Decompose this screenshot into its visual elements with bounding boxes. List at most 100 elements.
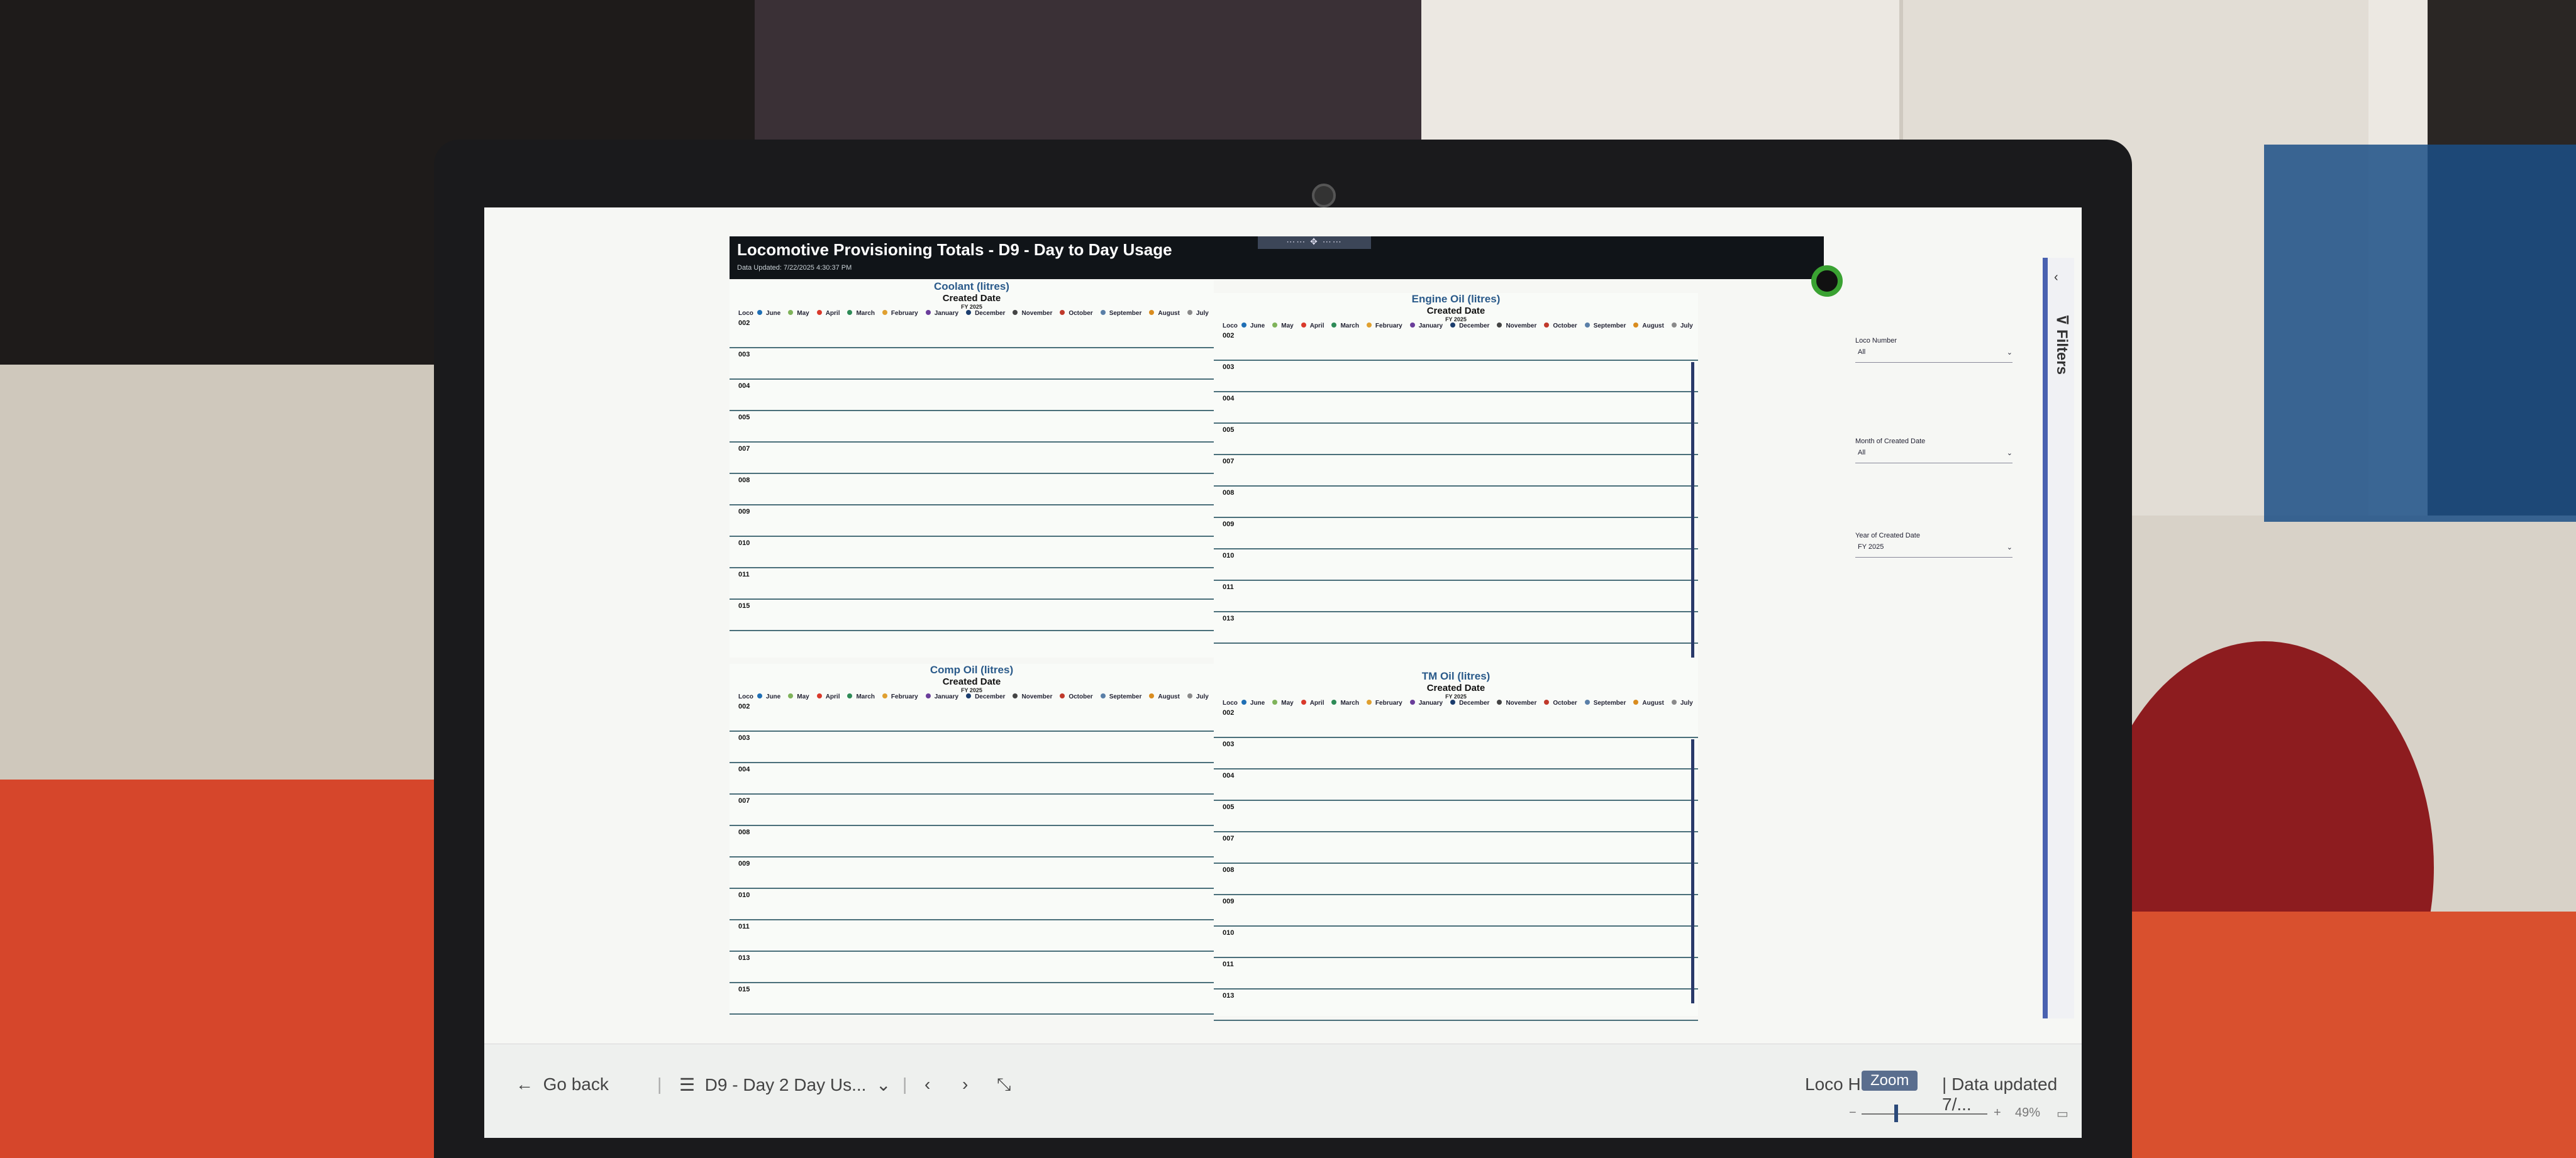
loco-row: 002 [1214, 329, 1698, 361]
loco-row: 011 [730, 568, 1214, 600]
legend-label: July [1680, 700, 1693, 707]
coolant-visual[interactable]: Coolant (litres) Created Date FY 2025 Loco J… [730, 280, 1214, 658]
chevron-down-icon: ⌄ [875, 1075, 891, 1095]
legend-item: April [816, 310, 844, 317]
legend-item: September [1584, 700, 1630, 707]
legend-dot-icon [1366, 700, 1372, 705]
fit-to-page-icon[interactable]: ▭ [2057, 1106, 2068, 1122]
month-slicer[interactable]: Month of Created Date All ⌄ [1855, 438, 2012, 463]
loco-row-label: 007 [1223, 458, 1235, 465]
loco-row: 013 [730, 952, 1214, 983]
year-slicer[interactable]: Year of Created Date FY 2025 ⌄ [1855, 532, 2012, 558]
loco-row-label: 011 [738, 923, 750, 930]
loco-row-label: 002 [738, 319, 750, 327]
previous-page-button[interactable]: ‹ [924, 1074, 930, 1095]
zoom-slider[interactable] [1862, 1113, 1987, 1115]
legend-dot-icon [1100, 693, 1106, 698]
loco-row: 010 [730, 537, 1214, 568]
loco-row: 007 [730, 795, 1214, 826]
legend-item: May [1272, 323, 1297, 329]
legend-dot-icon [1633, 700, 1639, 705]
legend-label: May [1281, 323, 1294, 329]
loco-row: 007 [730, 443, 1214, 474]
loco-row: 002 [730, 700, 1214, 732]
legend-label: February [1375, 323, 1402, 329]
loco-row: 008 [1214, 864, 1698, 895]
legend-item: July [1671, 323, 1697, 329]
slicer-value[interactable]: All ⌄ [1855, 449, 2012, 463]
legend-label: December [975, 310, 1006, 317]
legend-label: November [1506, 700, 1537, 707]
legend-item: February [882, 310, 922, 317]
loco-row-label: 008 [738, 477, 750, 484]
collapse-icon[interactable]: ‹ [2054, 270, 2058, 285]
legend-item: February [1366, 323, 1406, 329]
zoom-slider-handle[interactable] [1894, 1105, 1898, 1122]
loco-row-label: 004 [1223, 395, 1235, 402]
legend-item: February [1366, 700, 1406, 707]
loco-row: 013 [1214, 990, 1698, 1021]
chevron-left-icon: ‹ [924, 1074, 931, 1094]
legend-dot-icon [1060, 693, 1065, 698]
legend-item: August [1633, 323, 1667, 329]
visual-title: Coolant (litres) [934, 280, 1009, 292]
loco-row: 011 [1214, 581, 1698, 612]
legend-dot-icon [966, 310, 972, 315]
expand-button[interactable]: ⤡ [997, 1074, 1011, 1095]
legend-item: May [788, 693, 813, 700]
filters-pane[interactable]: ‹ ⊽ Filters [2043, 258, 2074, 1018]
slicer-value[interactable]: All ⌄ [1855, 348, 2012, 363]
legend-dot-icon [1272, 323, 1278, 328]
go-back-button[interactable]: ← Go back [516, 1074, 609, 1095]
background-cloth-right [2126, 912, 2576, 1158]
legend-dot-icon [1409, 323, 1415, 328]
legend-label: March [856, 693, 875, 700]
zoom-out-button[interactable]: − [1849, 1106, 1857, 1120]
background-cloth-left [0, 780, 453, 1158]
loco-number-slicer[interactable]: Loco Number All ⌄ [1855, 337, 2012, 363]
visual-fiscal-year: FY 2025 [1445, 693, 1467, 700]
engine-oil-visual[interactable]: Engine Oil (litres) Created Date FY 2025 Lo… [1214, 293, 1698, 670]
loco-row-label: 010 [1223, 929, 1235, 937]
legend-label: November [1021, 310, 1053, 317]
legend-dot-icon [1450, 323, 1456, 328]
report-title: Locomotive Provisioning Totals - D9 - Da… [737, 240, 1172, 259]
slicer-value[interactable]: FY 2025 ⌄ [1855, 543, 2012, 558]
loco-row: 003 [1214, 738, 1698, 769]
chevron-down-icon: ⌄ [2006, 544, 2012, 551]
legend-item: January [1409, 323, 1446, 329]
zoom-level: 49% [2015, 1106, 2041, 1120]
legend-header: Loco [1223, 700, 1238, 707]
page-selector[interactable]: ☰ D9 - Day 2 Day Us... ⌄ [679, 1074, 891, 1095]
next-page-button[interactable]: › [962, 1074, 968, 1095]
legend-label: March [1340, 700, 1359, 707]
loco-row-label: 008 [738, 829, 750, 836]
legend-label: July [1680, 323, 1693, 329]
legend-dot-icon [1450, 700, 1456, 705]
legend-label: January [934, 310, 959, 317]
comp-oil-visual[interactable]: Comp Oil (litres) Created Date FY 2025 Loco… [730, 664, 1214, 1016]
legend-header: Loco [738, 693, 753, 700]
legend-dot-icon [1544, 700, 1550, 705]
loco-row: 004 [1214, 392, 1698, 424]
legend-dot-icon [1149, 693, 1155, 698]
legend-item: June [757, 693, 784, 700]
loco-row: 005 [730, 411, 1214, 443]
legend-label: January [1418, 700, 1443, 707]
legend-item: April [816, 693, 844, 700]
loco-row-label: 015 [738, 986, 750, 993]
zoom-in-button[interactable]: + [1994, 1106, 2001, 1120]
legend-item: February [882, 693, 922, 700]
tm-oil-visual[interactable]: TM Oil (litres) Created Date FY 2025 Loco Ju… [1214, 670, 1698, 1021]
legend-dot-icon [1671, 323, 1677, 328]
legend-dot-icon [1584, 323, 1590, 328]
visual-drag-handle[interactable]: ⋯⋯ ✥ ⋯⋯ [1258, 236, 1371, 249]
vertical-scrollbar[interactable] [1691, 739, 1694, 1003]
legend-dot-icon [1241, 700, 1246, 705]
legend-item: November [1013, 310, 1056, 317]
legend-label: August [1642, 700, 1664, 707]
vertical-scrollbar[interactable] [1691, 362, 1694, 658]
divider: | [902, 1074, 908, 1094]
legend-label: March [856, 310, 875, 317]
filters-label[interactable]: ⊽ Filters [2053, 314, 2070, 375]
